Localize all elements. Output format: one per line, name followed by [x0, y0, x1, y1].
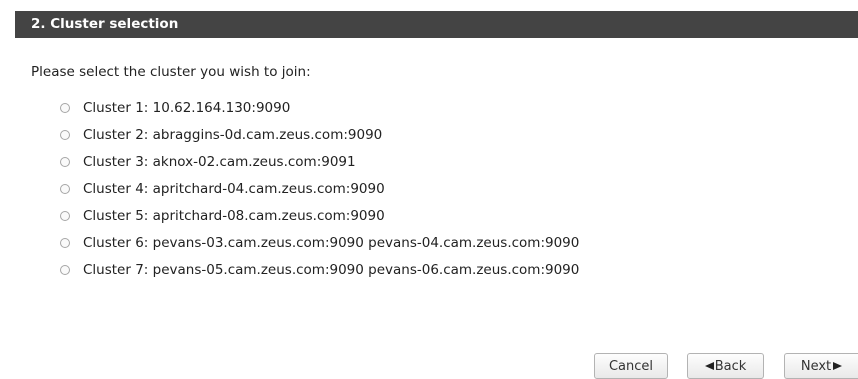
- section-header: 2. Cluster selection: [15, 11, 858, 38]
- cluster-option-label[interactable]: Cluster 6: pevans-03.cam.zeus.com:9090 p…: [83, 235, 579, 251]
- cluster-radio-button[interactable]: [60, 156, 70, 167]
- back-button-label: Back: [714, 358, 747, 374]
- cluster-option[interactable]: Cluster 1: 10.62.164.130:9090: [60, 94, 579, 121]
- cluster-radio-button[interactable]: [60, 210, 70, 221]
- next-button[interactable]: Next: [784, 353, 858, 379]
- section-title: 2. Cluster selection: [31, 16, 179, 32]
- back-button[interactable]: Back: [687, 353, 764, 379]
- cluster-option-label[interactable]: Cluster 4: apritchard-04.cam.zeus.com:90…: [83, 181, 385, 197]
- cluster-radio-button[interactable]: [60, 129, 70, 140]
- triangle-right-icon: [833, 362, 843, 370]
- cluster-option[interactable]: Cluster 6: pevans-03.cam.zeus.com:9090 p…: [60, 229, 579, 256]
- next-button-label: Next: [800, 358, 832, 374]
- cluster-option[interactable]: Cluster 7: pevans-05.cam.zeus.com:9090 p…: [60, 256, 579, 283]
- cluster-option-label[interactable]: Cluster 2: abraggins-0d.cam.zeus.com:909…: [83, 127, 382, 143]
- cluster-option[interactable]: Cluster 2: abraggins-0d.cam.zeus.com:909…: [60, 121, 579, 148]
- cancel-button[interactable]: Cancel: [594, 353, 668, 379]
- cluster-option[interactable]: Cluster 3: aknox-02.cam.zeus.com:9091: [60, 148, 579, 175]
- cluster-option-label[interactable]: Cluster 5: apritchard-08.cam.zeus.com:90…: [83, 208, 385, 224]
- cluster-option[interactable]: Cluster 5: apritchard-08.cam.zeus.com:90…: [60, 202, 579, 229]
- cluster-radio-button[interactable]: [60, 264, 70, 275]
- cluster-option-label[interactable]: Cluster 7: pevans-05.cam.zeus.com:9090 p…: [83, 262, 579, 278]
- cluster-radio-button[interactable]: [60, 183, 70, 194]
- cancel-button-label: Cancel: [608, 358, 654, 374]
- cluster-radio-button[interactable]: [60, 237, 70, 248]
- triangle-left-icon: [704, 362, 714, 370]
- cluster-option-label[interactable]: Cluster 3: aknox-02.cam.zeus.com:9091: [83, 154, 356, 170]
- cluster-option-list: Cluster 1: 10.62.164.130:9090 Cluster 2:…: [60, 94, 579, 283]
- cluster-option-label[interactable]: Cluster 1: 10.62.164.130:9090: [83, 100, 290, 116]
- cluster-option[interactable]: Cluster 4: apritchard-04.cam.zeus.com:90…: [60, 175, 579, 202]
- cluster-prompt: Please select the cluster you wish to jo…: [31, 64, 311, 80]
- cluster-radio-button[interactable]: [60, 102, 70, 113]
